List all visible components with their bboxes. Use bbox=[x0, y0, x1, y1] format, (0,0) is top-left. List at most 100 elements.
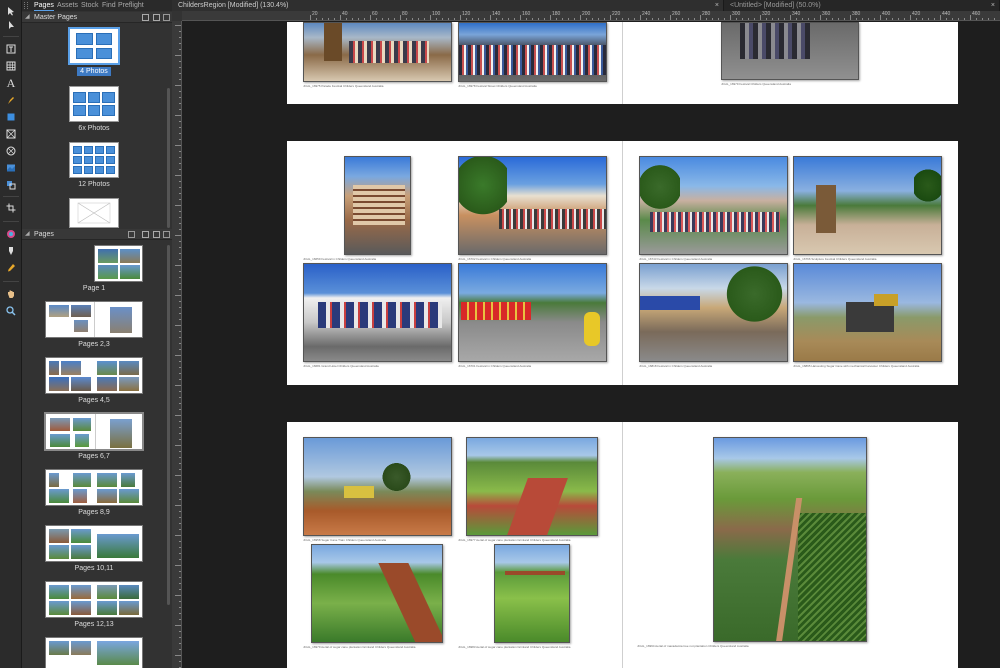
master-thumb-4-photos[interactable] bbox=[68, 27, 120, 65]
photo-festival-crowd[interactable] bbox=[458, 22, 607, 82]
panel-grip-icon[interactable] bbox=[24, 2, 28, 9]
page-thumb-2-3[interactable] bbox=[45, 301, 143, 338]
photo-cane-train[interactable] bbox=[303, 437, 452, 536]
close-icon[interactable]: × bbox=[991, 0, 995, 11]
tab-pages[interactable]: Pages bbox=[34, 0, 54, 11]
color-picker-icon[interactable] bbox=[3, 227, 19, 241]
photo-medical-centre[interactable] bbox=[639, 263, 788, 362]
ruler-minor-tick bbox=[958, 18, 959, 20]
page-thumb-6-7[interactable] bbox=[44, 412, 144, 451]
page-duplicate-icon[interactable] bbox=[153, 231, 160, 238]
master-thumb-blank[interactable] bbox=[69, 198, 119, 228]
frame-text-icon[interactable] bbox=[3, 42, 19, 56]
photo-aerial-farmland-3[interactable] bbox=[494, 544, 570, 643]
artistic-text-icon[interactable]: A bbox=[3, 76, 19, 90]
caption: JCHL_16701 Festival in Childers Queensla… bbox=[458, 364, 532, 368]
photo-aerial-farmland-1[interactable] bbox=[466, 437, 598, 536]
ruler-minor-tick bbox=[598, 18, 599, 20]
picture-frame-icon[interactable] bbox=[3, 127, 19, 141]
master-pages-header[interactable]: ◢ Master Pages bbox=[22, 12, 172, 23]
master-thumb-6x-photos[interactable] bbox=[69, 86, 119, 122]
ruler-minor-tick bbox=[562, 18, 563, 20]
page-delete-icon[interactable] bbox=[163, 231, 170, 238]
ruler-corner[interactable] bbox=[172, 11, 182, 21]
ruler-label: 360 bbox=[822, 11, 831, 17]
pen-icon[interactable] bbox=[3, 93, 19, 107]
ruler-minor-tick bbox=[664, 18, 665, 20]
caption: JCHL_16681 Grand Hotel Childers Queensla… bbox=[303, 364, 379, 368]
table-icon[interactable] bbox=[3, 59, 19, 73]
horizontal-ruler[interactable]: 20 40 60 80 100 120 140 160 180 200 220 240 260 280 30… bbox=[182, 11, 1000, 21]
fill-icon[interactable] bbox=[3, 244, 19, 258]
rectangle-icon[interactable] bbox=[3, 110, 19, 124]
spread-pages-4-5[interactable]: JCHL_16975 Parade Festival Childers Quee… bbox=[287, 22, 958, 104]
page-spread-icon[interactable] bbox=[128, 231, 135, 238]
ruler-minor-tick bbox=[316, 18, 317, 20]
page-add-icon[interactable] bbox=[142, 231, 149, 238]
photo-cane-harvester[interactable] bbox=[793, 263, 942, 362]
image-icon[interactable] bbox=[3, 161, 19, 175]
ruler-tick bbox=[175, 655, 181, 656]
ellipse-icon[interactable] bbox=[3, 144, 19, 158]
photo-festival-park[interactable] bbox=[639, 156, 788, 255]
ruler-tick bbox=[179, 217, 181, 218]
ruler-tick bbox=[179, 427, 181, 428]
ruler-label: 340 bbox=[792, 11, 801, 17]
collapse-triangle-icon[interactable]: ◢ bbox=[25, 229, 30, 240]
photo-festival-parade[interactable] bbox=[303, 22, 452, 82]
page-thumb-14-15[interactable] bbox=[45, 637, 143, 668]
page-thumb-8-9[interactable] bbox=[45, 469, 143, 506]
eyedropper-icon[interactable] bbox=[3, 261, 19, 275]
ruler-tick bbox=[179, 61, 181, 62]
collapse-triangle-icon[interactable]: ◢ bbox=[25, 12, 30, 23]
tab-stock[interactable]: Stock bbox=[81, 0, 99, 11]
photo-dragon-dance[interactable] bbox=[458, 263, 607, 362]
node-icon[interactable] bbox=[3, 18, 19, 32]
pages-header[interactable]: ◢ Pages bbox=[22, 229, 172, 240]
crop-icon[interactable] bbox=[3, 201, 19, 215]
master-delete-icon[interactable] bbox=[163, 14, 170, 21]
vertical-ruler[interactable] bbox=[172, 21, 182, 668]
master-options-icon[interactable] bbox=[153, 14, 160, 21]
photo-grand-hotel[interactable] bbox=[303, 263, 452, 362]
tab-assets[interactable]: Assets bbox=[57, 0, 78, 11]
doc-tab-untitled[interactable]: <Untitled> [Modified] (50.0%) × bbox=[724, 0, 1000, 11]
master-thumb-12-photos[interactable] bbox=[69, 142, 119, 178]
pages-scrollbar[interactable] bbox=[167, 245, 170, 605]
move-icon[interactable] bbox=[3, 4, 19, 18]
ruler-minor-tick bbox=[388, 18, 389, 20]
photo-aerial-farmland-2[interactable] bbox=[311, 544, 443, 643]
page-thumb-1[interactable] bbox=[94, 245, 143, 282]
page-thumb-10-11[interactable] bbox=[45, 525, 143, 562]
ruler-minor-tick bbox=[748, 18, 749, 20]
ruler-tick bbox=[700, 15, 701, 20]
ruler-minor-tick bbox=[418, 18, 419, 20]
doc-tab-childers[interactable]: ChildersRegion [Modified] (130.4%) × bbox=[172, 0, 724, 11]
photo-street-walkers[interactable] bbox=[721, 22, 859, 80]
hand-icon[interactable] bbox=[3, 287, 19, 301]
place-icon[interactable] bbox=[3, 178, 19, 192]
close-icon[interactable]: × bbox=[715, 0, 719, 11]
ruler-label: 200 bbox=[582, 11, 591, 17]
page-thumb-4-5[interactable] bbox=[45, 357, 143, 394]
document-canvas[interactable]: JCHL_16975 Parade Festival Childers Quee… bbox=[183, 22, 1000, 668]
master-scrollbar[interactable] bbox=[167, 88, 170, 228]
spread-pages-8-9[interactable]: JCHL_16958 Sugar Cane Train Childers Que… bbox=[287, 422, 958, 668]
ruler-tick bbox=[179, 241, 181, 242]
photo-main-street[interactable] bbox=[458, 156, 607, 255]
ruler-minor-tick bbox=[766, 18, 767, 20]
photo-sculpture[interactable] bbox=[793, 156, 942, 255]
master-add-icon[interactable] bbox=[142, 14, 149, 21]
tab-preflight[interactable]: Preflight bbox=[118, 0, 144, 11]
ruler-tick bbox=[175, 475, 181, 476]
ruler-tick bbox=[179, 139, 181, 140]
page-thumb-12-13[interactable] bbox=[45, 581, 143, 618]
spread-pages-6-7[interactable]: JCHL_16659 Festival in Childers Queensla… bbox=[287, 141, 958, 385]
zoom-icon[interactable] bbox=[3, 304, 19, 318]
photo-macadamia-aerial[interactable] bbox=[713, 437, 867, 642]
photo-historic-hotel[interactable] bbox=[344, 156, 411, 255]
ruler-minor-tick bbox=[448, 18, 449, 20]
tab-find[interactable]: Find bbox=[102, 0, 116, 11]
ruler-tick bbox=[179, 451, 181, 452]
ruler-tick bbox=[179, 517, 181, 518]
